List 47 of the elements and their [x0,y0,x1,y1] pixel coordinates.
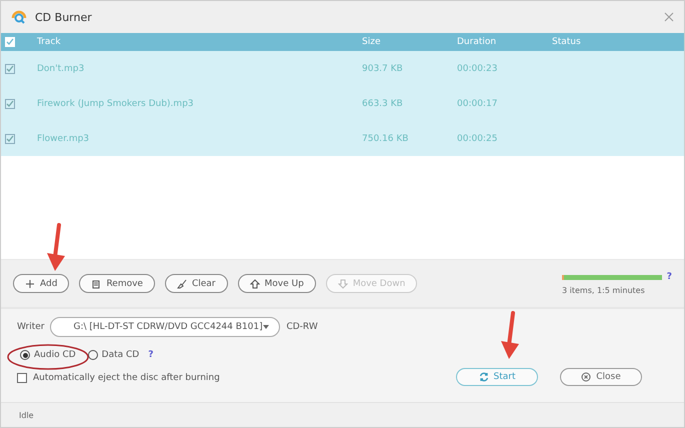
writer-label: Writer [17,322,44,332]
help-link[interactable]: ? [666,272,672,282]
toolbar-button[interactable]: Move Up [238,274,316,293]
column-header: Status [552,37,582,47]
column-header: Duration [457,37,498,47]
arrow-up-icon [250,278,260,288]
row-checkbox[interactable] [5,64,15,74]
radio-button[interactable] [88,350,98,360]
table-cell-text: Firework (Jump Smokers Dub).mp3 [37,98,195,108]
table-cell-text: 903.7 KB [362,64,404,74]
window-title: CD Burner [35,10,93,24]
dropdown-caret-icon [263,325,270,329]
table-cell-text: 663.3 KB [362,98,404,108]
toolbar-button[interactable]: Add [13,274,70,293]
writer-dropdown[interactable]: G:\ [HL-DT-ST CDRW/DVD GCC4244 B101] [50,317,280,337]
help-link[interactable]: ? [148,350,154,360]
table-cell-text: 750.16 KB [362,134,410,144]
refresh-icon [478,372,488,382]
row-checkbox[interactable] [5,98,15,108]
close-button[interactable]: Close [560,368,642,386]
eject-label: Automatically eject the disc after burning [33,373,220,383]
toolbar-button[interactable]: Remove [79,274,155,293]
mode-radio[interactable]: Data CD [84,348,142,362]
arrow-down-icon [338,278,348,288]
select-all-checkbox[interactable] [5,37,15,47]
table-cell-text: Don't.mp3 [37,64,86,74]
radio-button[interactable] [20,350,30,360]
toolbar-button[interactable]: Clear [164,274,228,293]
close-icon[interactable] [664,12,674,22]
table-cell-text: 00:00:23 [457,64,498,74]
eject-checkbox[interactable] [17,373,27,383]
plus-icon [25,278,35,288]
annotation-arrow [499,311,521,361]
column-header: Track [37,37,62,47]
row-checkbox[interactable] [5,134,15,144]
trash-icon [91,278,102,288]
column-header: Size [362,37,382,47]
broom-icon [176,278,187,288]
status-text: Idle [19,410,34,420]
capacity-summary: 3 items, 1:5 minutes [562,286,646,295]
disc-type-label: CD-RW [286,322,318,332]
table-cell-text: 00:00:25 [457,134,498,144]
table-cell-text: Flower.mp3 [37,134,90,144]
annotation-arrow [45,223,67,273]
app-logo-icon [11,9,27,25]
table-cell-text: 00:00:17 [457,98,498,108]
close-circle-icon [581,372,592,382]
